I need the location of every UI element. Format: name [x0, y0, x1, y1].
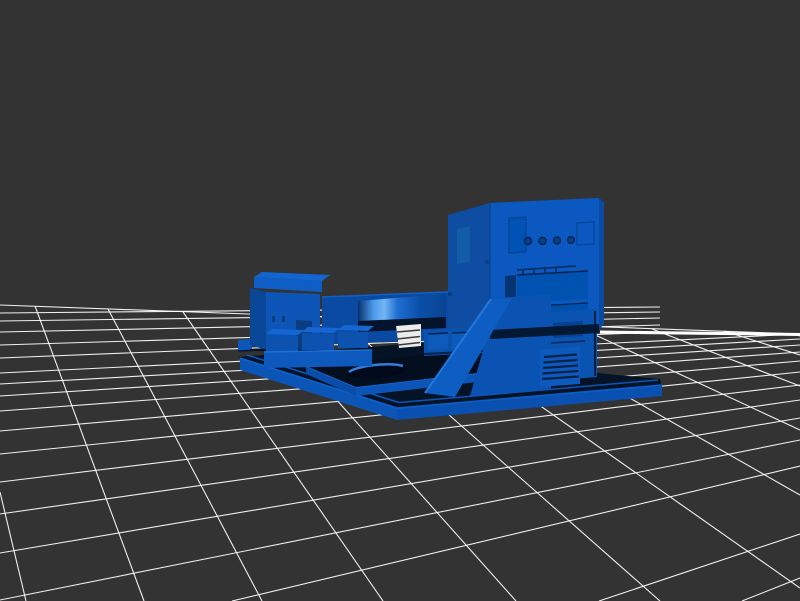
viewer-window: [0, 0, 800, 601]
porthole-1: [524, 237, 531, 244]
ledge-front: [264, 350, 372, 368]
porthole-2: [539, 237, 546, 244]
crate-1-front: [266, 335, 298, 352]
crate-1-top: [266, 329, 304, 335]
crate-3-front: [338, 331, 368, 348]
crate-3-top: [338, 325, 374, 331]
mid-window-1: [428, 333, 448, 350]
mid-window-edge-1: [428, 333, 448, 334]
crate-2-front: [302, 333, 334, 350]
crate-2-top: [302, 327, 340, 333]
tower-window-dot-1: [272, 316, 275, 322]
side-window: [457, 226, 470, 264]
tower-window-dot-2: [282, 316, 285, 322]
rivet-dot-2: [448, 292, 452, 296]
tower-left-face: [250, 288, 266, 350]
rivet-dot-1: [485, 260, 489, 264]
porthole-4: [568, 237, 575, 244]
deck-corner-box-shadow: [238, 351, 252, 352]
porthole-3: [554, 237, 561, 244]
viewport-3d[interactable]: [0, 0, 800, 601]
tall-box-right-sliver: [599, 198, 604, 330]
front-window: [509, 217, 526, 253]
